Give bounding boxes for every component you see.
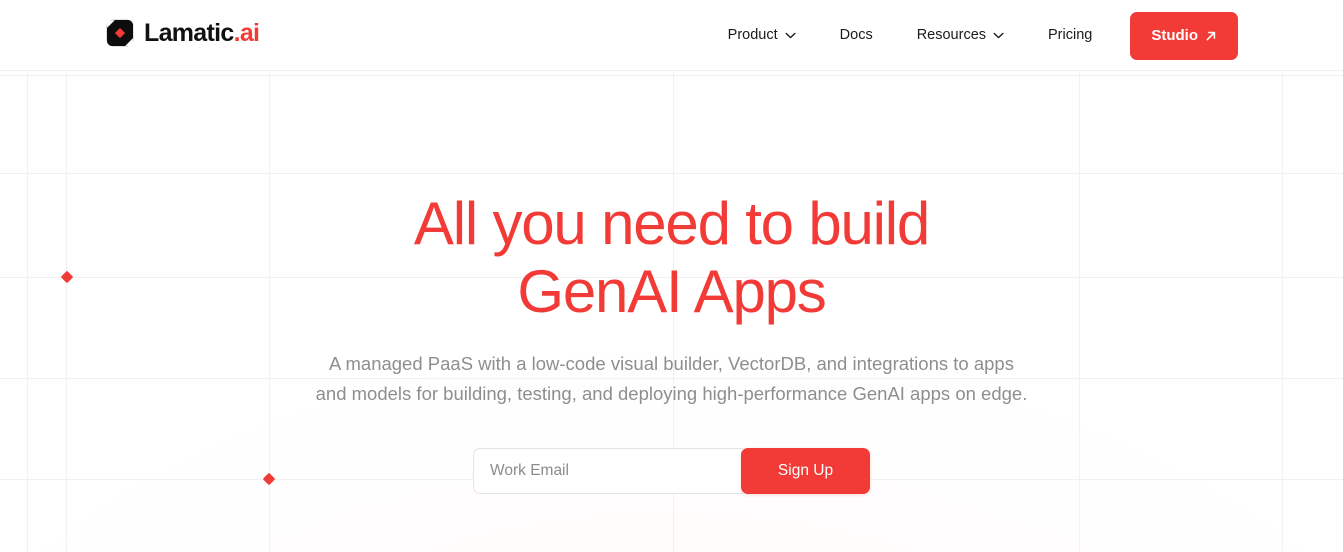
nav-item-resources[interactable]: Resources [895,20,1026,51]
sign-up-button[interactable]: Sign Up [741,447,870,494]
hero-content: All you need to build GenAI Apps A manag… [0,71,1343,552]
brand-logo-link[interactable]: Lamatic.ai [105,18,260,48]
hero-headline: All you need to build GenAI Apps [322,190,1022,326]
landing-page: Lamatic.ai Product Docs Resources Pricin… [0,0,1343,552]
brand-name: Lamatic.ai [144,18,260,47]
site-header: Lamatic.ai Product Docs Resources Pricin… [0,0,1343,71]
primary-navigation: Product Docs Resources Pricing Studio [706,0,1238,71]
arrow-up-right-icon [1206,31,1216,40]
nav-item-product[interactable]: Product [706,20,818,51]
nav-item-label: Resources [916,27,987,44]
hero-headline-line-2: GenAI Apps [517,257,826,325]
lamatic-diamond-logo-icon [106,19,134,47]
chevron-down-icon [993,32,1004,39]
brand-suffix: .ai [233,18,260,47]
hero-headline-line-1: All you need to build [413,190,930,257]
work-email-input[interactable] [473,447,743,494]
signup-form: Sign Up [473,447,870,494]
nav-item-pricing[interactable]: Pricing [1026,20,1114,51]
nav-item-label: Pricing [1048,27,1093,44]
nav-item-label: Docs [839,27,873,44]
nav-item-docs[interactable]: Docs [818,20,895,51]
chevron-down-icon [785,32,796,39]
hero-subtitle: A managed PaaS with a low-code visual bu… [315,352,1028,404]
studio-button-label: Studio [1151,27,1198,44]
nav-item-label: Product [727,27,778,44]
studio-button[interactable]: Studio [1130,11,1238,60]
hero-section: All you need to build GenAI Apps A manag… [0,71,1343,552]
